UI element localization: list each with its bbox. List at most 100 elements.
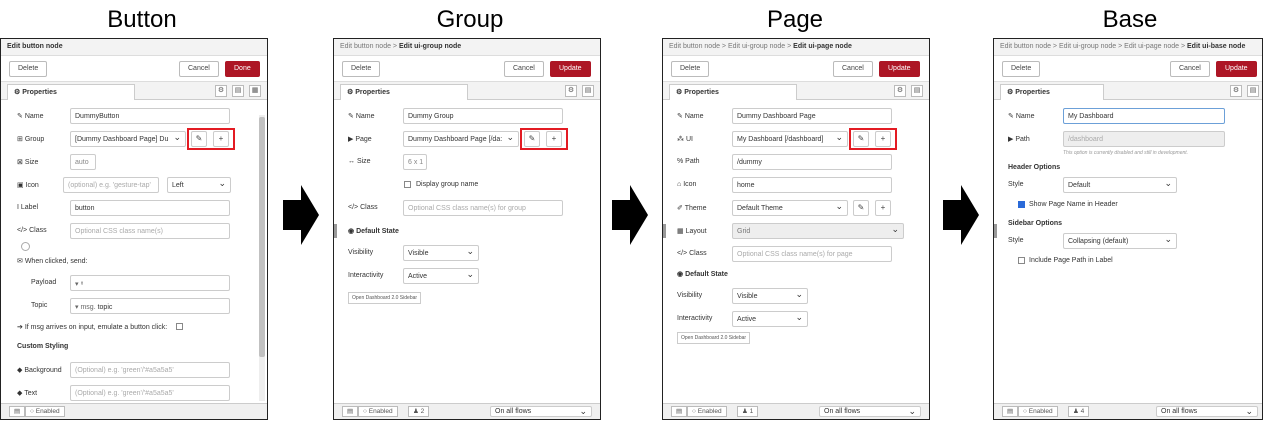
name-input[interactable]: DummyButton [70,108,230,124]
visibility-label: Visibility [677,292,703,299]
editor-header: Edit button node > Edit ui-group node [334,39,600,56]
enabled-toggle[interactable]: ○ Enabled [358,406,398,417]
flow-scope-select[interactable]: On all flows [1156,406,1258,417]
text-color-input[interactable]: (Optional) e.g. 'green'/'#a5a5a5' [70,385,230,401]
size-button[interactable]: auto [70,154,96,170]
group-label: ⊞ Group [17,136,45,143]
settings-tab-icon[interactable]: ⚙ [215,85,227,97]
resize-handle[interactable] [663,224,666,238]
icon-label: ⌂ Icon [677,181,697,188]
settings-tab-icon[interactable]: ⚙ [1230,85,1242,97]
name-input[interactable]: My Dashboard [1063,108,1225,124]
delete-button[interactable]: Delete [342,61,381,77]
tab-properties[interactable]: ⚙ Properties [340,84,468,100]
delete-button[interactable]: Delete [671,61,710,77]
icon-position-select[interactable]: Left [167,177,231,193]
editor-toolbar: Delete Cancel Update [994,56,1262,82]
enabled-toggle[interactable]: ○ Enabled [1018,406,1058,417]
resize-handle[interactable] [334,224,337,238]
visibility-select[interactable]: Visible [403,245,479,261]
class-toggle-icon[interactable] [21,242,30,251]
visibility-select[interactable]: Visible [732,288,808,304]
appearance-tab-icon[interactable]: ▦ [249,85,261,97]
size-button[interactable]: 6 x 1 [403,154,427,170]
update-button[interactable]: Update [879,61,920,77]
ui-select[interactable]: My Dashboard [/dashboard] [732,131,848,147]
layout-select[interactable]: Grid [732,223,904,239]
enabled-toggle[interactable]: ○ Enabled [687,406,727,417]
description-tab-icon[interactable]: ▤ [911,85,923,97]
scrollbar[interactable] [259,115,265,401]
icon-input[interactable]: home [732,177,892,193]
name-label: ✎ Name [348,113,375,120]
show-page-name-checkbox[interactable] [1018,201,1025,208]
flow-scope-select[interactable]: On all flows [819,406,921,417]
tab-properties[interactable]: ⚙ Properties [1000,84,1104,100]
editor-footer: ▤ ○ Enabled [1,403,267,419]
update-button[interactable]: Update [550,61,591,77]
class-input[interactable]: Optional CSS class name(s) for page [732,246,892,262]
enabled-toggle[interactable]: ○ Enabled [25,406,65,417]
header-style-select[interactable]: Default [1063,177,1177,193]
tab-properties[interactable]: ⚙ Properties [669,84,797,100]
editor-footer: ▤ ○ Enabled ♟ 1 On all flows [663,403,929,419]
cancel-button[interactable]: Cancel [833,61,873,77]
group-select[interactable]: [Dummy Dashboard Page] Du [70,131,186,147]
label-input[interactable]: button [70,200,230,216]
gear-icon: ⚙ [676,89,685,96]
icon-input[interactable]: (optional) e.g. 'gesture-tap' [63,177,159,193]
flow-scope-select[interactable]: On all flows [490,406,592,417]
description-tab-icon[interactable]: ▤ [232,85,244,97]
payload-input[interactable]: ▾ ⁸ [70,275,230,291]
topic-label: Topic [31,302,48,309]
settings-tab-icon[interactable]: ⚙ [894,85,906,97]
delete-button[interactable]: Delete [1002,61,1041,77]
node-icon-button[interactable]: ▤ [1002,406,1019,417]
cancel-button[interactable]: Cancel [504,61,544,77]
edit-theme-button[interactable]: ✎ [853,200,869,216]
background-input[interactable]: (Optional) e.g. 'green'/'#a5a5a5' [70,362,230,378]
class-input[interactable]: Optional CSS class name(s) for group [403,200,563,216]
class-label: </> Class [677,250,707,257]
done-button[interactable]: Done [225,61,260,77]
description-tab-icon[interactable]: ▤ [582,85,594,97]
interactivity-select[interactable]: Active [732,311,808,327]
node-icon-button[interactable]: ▤ [671,406,688,417]
add-theme-button[interactable]: + [875,200,891,216]
editor-header: Edit button node > Edit ui-group node > … [663,39,929,56]
emulate-checkbox[interactable] [176,323,183,330]
delete-button[interactable]: Delete [9,61,48,77]
path-input[interactable]: /dashboard [1063,131,1225,147]
resize-handle[interactable] [994,224,997,238]
display-group-name-checkbox[interactable] [404,181,411,188]
scrollbar-thumb[interactable] [259,117,265,357]
payload-type-icon[interactable]: ▾ ⁸ [75,281,83,288]
page-select[interactable]: Dummy Dashboard Page [/da: [403,131,519,147]
custom-styling-heading: Custom Styling [17,343,69,350]
update-button[interactable]: Update [1216,61,1257,77]
open-sidebar-button[interactable]: Open Dashboard 2.0 Sidebar [348,292,422,304]
name-input[interactable]: Dummy Group [403,108,563,124]
tab-properties[interactable]: ⚙ Properties [7,84,135,100]
path-note: This option is currently disabled and st… [1063,150,1189,156]
default-state-heading: ◉ Default State [677,271,728,278]
page-label: ▶ Page [348,136,372,143]
settings-tab-icon[interactable]: ⚙ [565,85,577,97]
include-page-path-checkbox[interactable] [1018,257,1025,264]
default-state-heading: ◉ Default State [348,228,399,235]
open-sidebar-button[interactable]: Open Dashboard 2.0 Sidebar [677,332,751,344]
node-icon-button[interactable]: ▤ [342,406,359,417]
cancel-button[interactable]: Cancel [179,61,219,77]
sidebar-style-select[interactable]: Collapsing (default) [1063,233,1177,249]
name-input[interactable]: Dummy Dashboard Page [732,108,892,124]
theme-select[interactable]: Default Theme [732,200,848,216]
node-icon-button[interactable]: ▤ [9,406,26,417]
cancel-button[interactable]: Cancel [1170,61,1210,77]
properties-form: ✎ Name DummyButton ⊞ Group [Dummy Dashbo… [1,100,267,401]
interactivity-select[interactable]: Active [403,268,479,284]
description-tab-icon[interactable]: ▤ [1247,85,1259,97]
group-node-editor: Edit button node > Edit ui-group node De… [333,38,601,420]
class-input[interactable]: Optional CSS class name(s) [70,223,230,239]
path-input[interactable]: /dummy [732,154,892,170]
topic-input[interactable]: ▾ msg. topic [70,298,230,314]
